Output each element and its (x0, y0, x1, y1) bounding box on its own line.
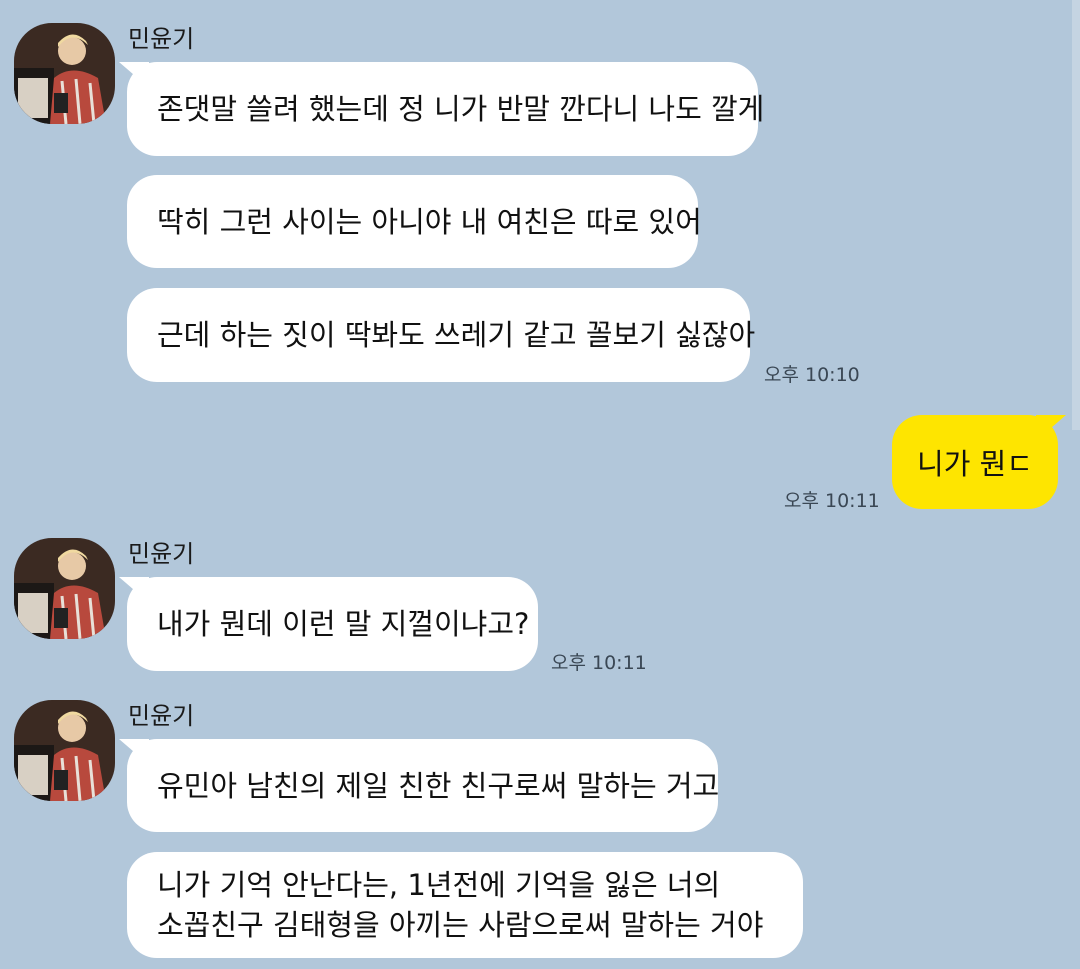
message-timestamp: 오후 10:11 (551, 652, 647, 674)
message-bubble[interactable]: 존댓말 쓸려 했는데 정 니가 반말 깐다니 나도 깔게 (127, 62, 764, 156)
profile-avatar[interactable] (14, 538, 115, 639)
message-text: 니가 뭔ㄷ (917, 447, 1033, 481)
message-text: 내가 뭔데 이런 말 지껄이냐고? (157, 607, 530, 641)
message-bubble[interactable]: 니가 기억 안난다는, 1년전에 기억을 잃은 너의 소꼽친구 김태형을 아끼는… (127, 852, 803, 958)
message-bubble[interactable]: 내가 뭔데 이런 말 지껄이냐고? (127, 577, 538, 671)
message-text: 유민아 남친의 제일 친한 친구로써 말하는 거고 (157, 768, 720, 803)
avatar-photo-icon (14, 23, 115, 124)
message-text-line: 소꼽친구 김태형을 아끼는 사람으로써 말하는 거야 (157, 908, 764, 942)
message-text-line: 니가 기억 안난다는, 1년전에 기억을 잃은 너의 (157, 868, 721, 902)
sender-name: 민윤기 (128, 540, 195, 568)
message-text: 딱히 그런 사이는 아니야 내 여친은 따로 있어 (157, 204, 702, 239)
scrollbar[interactable] (1072, 0, 1080, 430)
profile-avatar[interactable] (14, 23, 115, 124)
message-text: 근데 하는 짓이 딱봐도 쓰레기 같고 꼴보기 싫잖아 (157, 318, 756, 352)
profile-avatar[interactable] (14, 700, 115, 801)
message-bubble[interactable]: 근데 하는 짓이 딱봐도 쓰레기 같고 꼴보기 싫잖아 (127, 288, 755, 382)
message-bubble[interactable]: 딱히 그런 사이는 아니야 내 여친은 따로 있어 (127, 175, 702, 268)
my-message-bubble[interactable]: 니가 뭔ㄷ (892, 415, 1058, 509)
avatar-photo-icon (14, 700, 115, 801)
avatar-photo-icon (14, 538, 115, 639)
sender-name: 민윤기 (128, 25, 195, 53)
message-timestamp: 오후 10:10 (764, 364, 860, 386)
message-text: 존댓말 쓸려 했는데 정 니가 반말 깐다니 나도 깔게 (157, 92, 765, 126)
message-timestamp: 오후 10:11 (784, 490, 880, 512)
message-bubble[interactable]: 유민아 남친의 제일 친한 친구로써 말하는 거고 (127, 739, 720, 832)
sender-name: 민윤기 (128, 702, 195, 730)
